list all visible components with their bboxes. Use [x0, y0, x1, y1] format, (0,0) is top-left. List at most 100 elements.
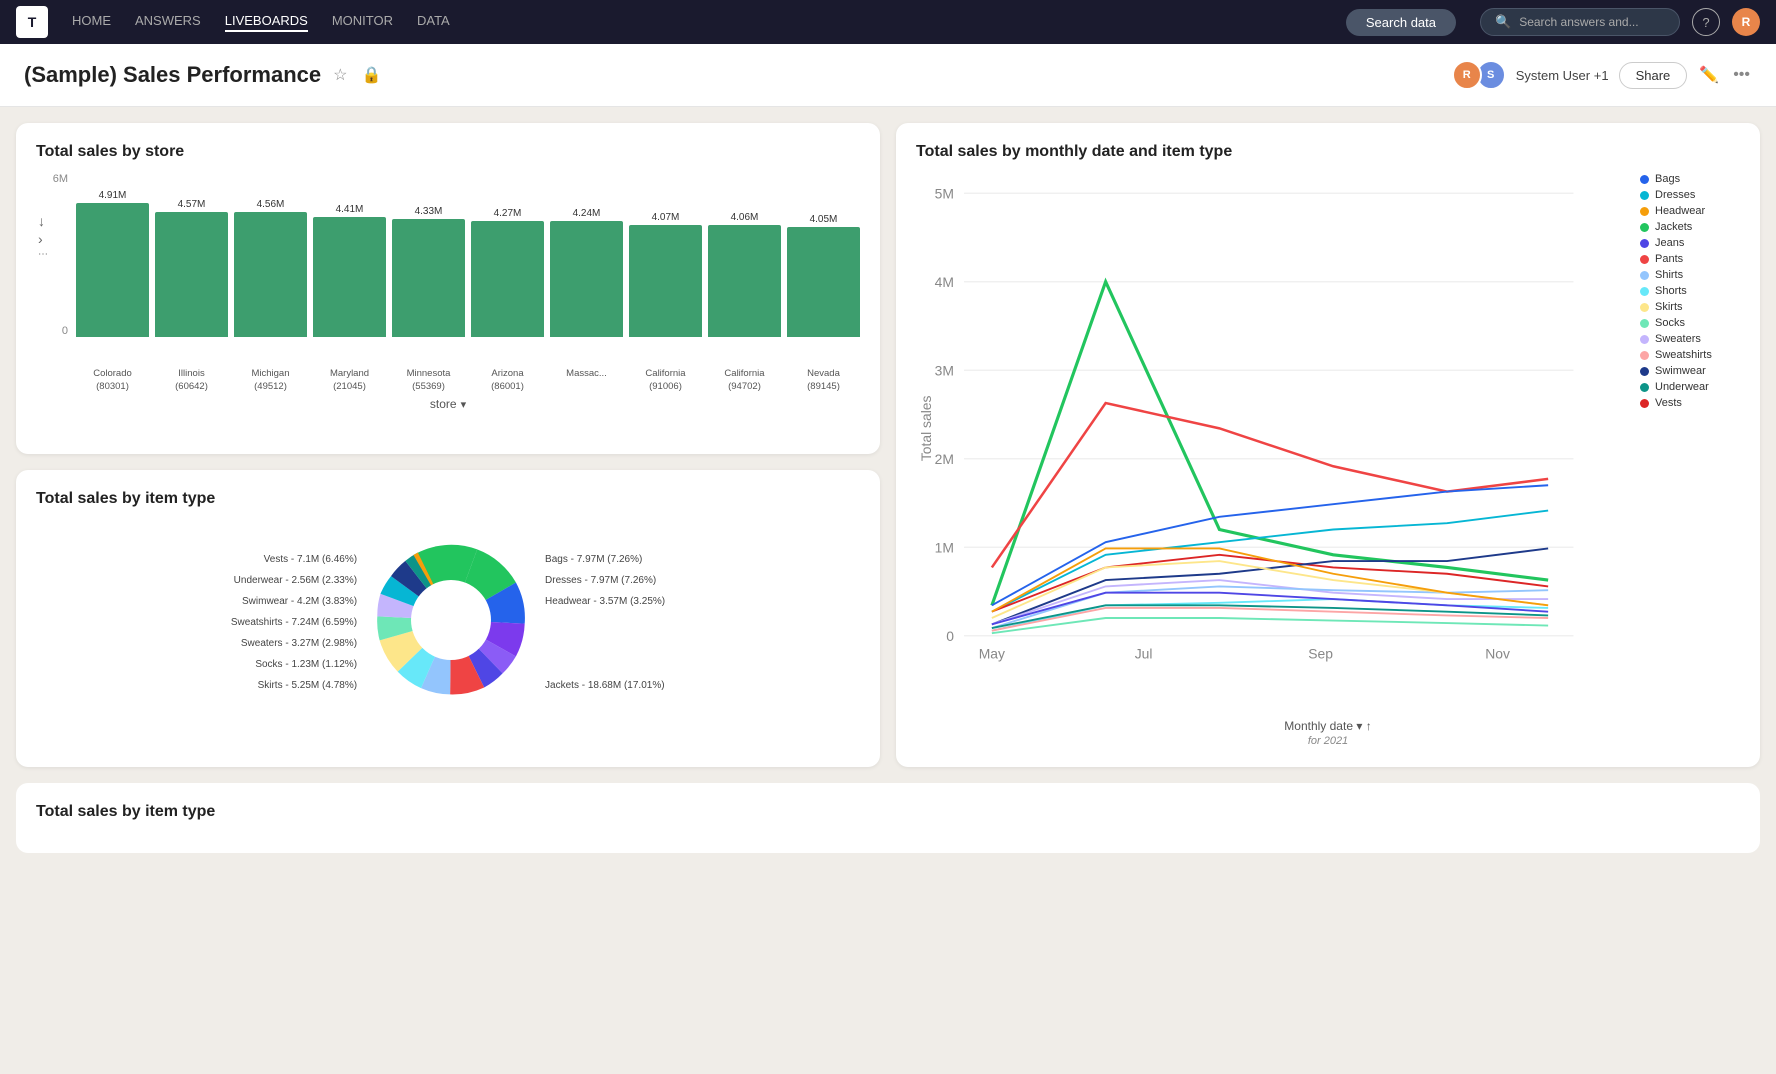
help-button[interactable]: ? — [1692, 8, 1720, 36]
bars-container: 4.91M 4.57M 4.56M 4.41M 4.33M — [76, 173, 860, 337]
expand-icon[interactable]: › — [38, 231, 48, 247]
bottom-chart-title: Total sales by item type — [36, 803, 1740, 821]
svg-text:2M: 2M — [935, 451, 954, 467]
nav-home[interactable]: HOME — [72, 13, 111, 32]
bar-chart: 6M 0 4.91M 4.57M 4.56M 4.41M — [36, 173, 860, 393]
bar-michigan: 4.56M — [234, 173, 307, 337]
donut-chart-container: Vests - 7.1M (6.46%) Underwear - 2.56M (… — [36, 520, 860, 725]
sort-icon-line[interactable]: ↑ — [1366, 719, 1372, 733]
x-label-arizona: Arizona(86001) — [471, 341, 544, 393]
legend-jackets: Jackets — [1640, 221, 1740, 233]
line-chart-legend: Bags Dresses Headwear Jackets Jeans — [1640, 173, 1740, 709]
legend-shirts: Shirts — [1640, 269, 1740, 281]
line-chart-card: Total sales by monthly date and item typ… — [896, 123, 1760, 767]
chart-controls: ↓ › ⋯ — [38, 213, 48, 260]
bar-nevada: 4.05M — [787, 173, 860, 337]
x-label-minnesota: Minnesota(55369) — [392, 341, 465, 393]
legend-sweaters: Sweaters — [1640, 333, 1740, 345]
legend-swimwear: Swimwear — [1640, 365, 1740, 377]
more-icon[interactable]: ⋯ — [38, 249, 48, 260]
logo[interactable]: T — [16, 6, 48, 38]
bar-california-94702: 4.06M — [708, 173, 781, 337]
page-title: (Sample) Sales Performance — [24, 62, 321, 88]
svg-text:5M: 5M — [935, 185, 954, 201]
x-label-maryland: Maryland(21045) — [313, 341, 386, 393]
svg-text:4M: 4M — [935, 274, 954, 290]
legend-sweatshirts: Sweatshirts — [1640, 349, 1740, 361]
bar-chart-card: Total sales by store 6M 0 4.91M 4.57M 4.… — [16, 123, 880, 454]
bar-minnesota: 4.33M — [392, 173, 465, 337]
svg-text:Nov: Nov — [1485, 645, 1510, 661]
x-label-colorado: Colorado(80301) — [76, 341, 149, 393]
nav-answers[interactable]: ANSWERS — [135, 13, 201, 32]
donut-svg-container — [361, 520, 541, 725]
bar-chart-title: Total sales by store — [36, 143, 860, 161]
donut-visualization — [361, 520, 541, 720]
line-chart-visualization: 5M 4M 3M 2M 1M 0 — [916, 173, 1624, 709]
avatar-r: R — [1452, 60, 1482, 90]
legend-headwear: Headwear — [1640, 205, 1740, 217]
search-data-button[interactable]: Search data — [1346, 9, 1456, 36]
filter-icon[interactable]: ▾ — [461, 398, 467, 411]
bar-massachusetts: 4.24M — [550, 173, 623, 337]
nav-right-section: 🔍 Search answers and... ? R — [1480, 8, 1760, 36]
filter-icon-line[interactable]: ▾ — [1356, 719, 1362, 733]
x-label-nevada: Nevada(89145) — [787, 341, 860, 393]
title-section: (Sample) Sales Performance ☆ 🔒 — [24, 62, 383, 88]
page-header: (Sample) Sales Performance ☆ 🔒 R S Syste… — [0, 44, 1776, 107]
svg-text:Jul: Jul — [1135, 645, 1153, 661]
search-icon: 🔍 — [1495, 14, 1511, 30]
nav-liveboards[interactable]: LIVEBOARDS — [225, 13, 308, 32]
legend-vests: Vests — [1640, 397, 1740, 409]
line-chart-note: for 2021 — [916, 735, 1740, 747]
nav-links: HOME ANSWERS LIVEBOARDS MONITOR DATA — [72, 13, 1322, 32]
svg-text:1M: 1M — [935, 539, 954, 555]
x-label-massachusetts: Massac... — [550, 341, 623, 393]
x-label-illinois: Illinois(60642) — [155, 341, 228, 393]
dashboard: Total sales by store 6M 0 4.91M 4.57M 4.… — [0, 107, 1776, 783]
line-chart-x-axis-label: Monthly date ▾ ↑ for 2021 — [916, 709, 1740, 747]
donut-labels-left: Vests - 7.1M (6.46%) Underwear - 2.56M (… — [231, 549, 357, 696]
donut-chart-card: Total sales by item type Vests - 7.1M (6… — [16, 470, 880, 768]
bar-colorado: 4.91M — [76, 173, 149, 337]
legend-pants: Pants — [1640, 253, 1740, 265]
favorite-button[interactable]: ☆ — [331, 63, 349, 87]
svg-text:Sep: Sep — [1308, 645, 1333, 661]
x-label-california1: California(91006) — [629, 341, 702, 393]
global-search[interactable]: 🔍 Search answers and... — [1480, 8, 1680, 36]
avatar-group: R S — [1452, 60, 1506, 90]
svg-text:0: 0 — [946, 628, 954, 644]
legend-socks: Socks — [1640, 317, 1740, 329]
bar-chart-axis-label: store ▾ — [36, 397, 860, 411]
x-label-michigan: Michigan(49512) — [234, 341, 307, 393]
legend-shorts: Shorts — [1640, 285, 1740, 297]
edit-button[interactable]: ✏️ — [1697, 63, 1721, 87]
donut-labels-right: Bags - 7.97M (7.26%) Dresses - 7.97M (7.… — [545, 549, 665, 696]
bottom-chart-card: Total sales by item type — [16, 783, 1760, 853]
svg-text:Total sales: Total sales — [918, 395, 934, 461]
nav-monitor[interactable]: MONITOR — [332, 13, 393, 32]
sort-icon[interactable]: ↓ — [38, 213, 48, 229]
legend-skirts: Skirts — [1640, 301, 1740, 313]
line-chart-title: Total sales by monthly date and item typ… — [916, 143, 1740, 161]
bar-california-91006: 4.07M — [629, 173, 702, 337]
lock-button[interactable]: 🔒 — [359, 63, 383, 87]
top-navigation: T HOME ANSWERS LIVEBOARDS MONITOR DATA S… — [0, 0, 1776, 44]
legend-jeans: Jeans — [1640, 237, 1740, 249]
system-user-label: System User +1 — [1516, 68, 1609, 83]
header-right: R S System User +1 Share ✏️ ••• — [1452, 60, 1752, 90]
bar-maryland: 4.41M — [313, 173, 386, 337]
svg-text:May: May — [979, 645, 1005, 661]
legend-underwear: Underwear — [1640, 381, 1740, 393]
share-button[interactable]: Share — [1619, 62, 1688, 89]
x-label-california2: California(94702) — [708, 341, 781, 393]
nav-data[interactable]: DATA — [417, 13, 450, 32]
x-axis: Colorado(80301) Illinois(60642) Michigan… — [76, 337, 860, 393]
more-options-button[interactable]: ••• — [1731, 64, 1752, 86]
user-avatar[interactable]: R — [1732, 8, 1760, 36]
legend-dresses: Dresses — [1640, 189, 1740, 201]
svg-text:3M: 3M — [935, 362, 954, 378]
donut-chart-title: Total sales by item type — [36, 490, 860, 508]
bar-arizona: 4.27M — [471, 173, 544, 337]
line-chart-svg: 5M 4M 3M 2M 1M 0 — [916, 173, 1624, 709]
